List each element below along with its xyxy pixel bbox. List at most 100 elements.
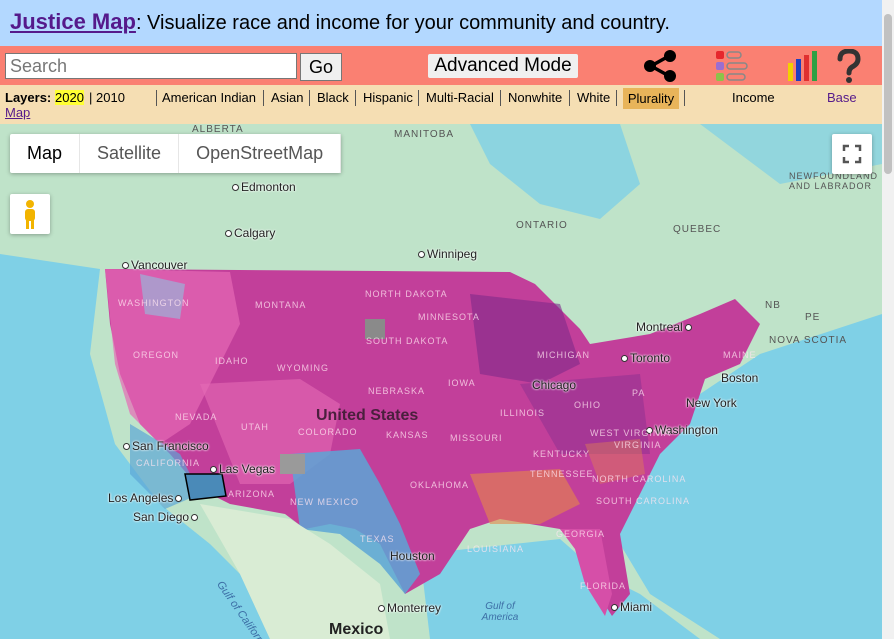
state-colorado: COLORADO	[298, 427, 358, 437]
state-washington: WASHINGTON	[118, 298, 190, 308]
fullscreen-icon	[842, 144, 862, 164]
state-pa: PA	[632, 388, 646, 398]
label-ontario: ONTARIO	[516, 220, 568, 231]
layer-american-indian[interactable]: American Indian	[162, 90, 256, 105]
layers-bar: Layers: 2020 | 2010 American Indian Asia…	[0, 85, 882, 124]
city-miami: Miami	[611, 600, 652, 614]
divider	[156, 90, 157, 106]
state-oklahoma: OKLAHOMA	[410, 480, 470, 490]
state-oregon: OREGON	[133, 350, 180, 360]
state-ohio: OHIO	[574, 400, 602, 410]
map[interactable]: ALBERTA MANITOBA ONTARIO QUEBEC NEWFOUND…	[0, 124, 882, 639]
label-manitoba: MANITOBA	[394, 129, 455, 140]
map-type-map[interactable]: Map	[10, 134, 81, 173]
bar-chart-icon[interactable]	[786, 49, 820, 83]
state-idaho: IDAHO	[215, 356, 249, 366]
base-map-link[interactable]: Base Map	[5, 90, 857, 120]
city-boston: Boston	[721, 371, 759, 385]
city-montreal: Montreal	[636, 320, 694, 334]
state-arizona: ARIZONA	[228, 489, 276, 499]
help-icon[interactable]	[835, 49, 863, 83]
state-florida: FLORIDA	[580, 581, 627, 591]
layer-asian[interactable]: Asian	[271, 90, 304, 105]
go-button[interactable]: Go	[300, 53, 342, 81]
city-winnipeg: Winnipeg	[418, 247, 477, 261]
state-montana: MONTANA	[255, 300, 307, 310]
label-nova-scotia: NOVA SCOTIA	[769, 335, 848, 346]
city-san-diego: San Diego	[133, 510, 200, 524]
layer-black[interactable]: Black	[317, 90, 349, 105]
site-tagline: : Visualize race and income for your com…	[135, 12, 670, 34]
state-kansas: KANSAS	[386, 430, 429, 440]
divider	[500, 90, 501, 106]
state-north-carolina: NORTH CAROLINA	[592, 474, 687, 484]
advanced-mode-button[interactable]: Advanced Mode	[428, 54, 578, 78]
city-new-york: New York	[686, 396, 737, 410]
state-nevada: NEVADA	[175, 412, 218, 422]
layer-income[interactable]: Income	[732, 90, 775, 105]
divider	[684, 90, 685, 106]
state-georgia: GEORGIA	[556, 529, 606, 539]
layer-nonwhite[interactable]: Nonwhite	[508, 90, 562, 105]
state-iowa: IOWA	[448, 378, 476, 388]
map-type-openstreetmap[interactable]: OpenStreetMap	[179, 134, 342, 173]
no-data-area	[280, 454, 305, 474]
map-type-satellite[interactable]: Satellite	[80, 134, 180, 173]
state-louisiana: LOUISIANA	[467, 544, 525, 554]
label-united-states: United States	[316, 407, 419, 424]
state-west-virginia: WEST VIRGINIA	[590, 428, 671, 438]
toolbar: Go Advanced Mode	[0, 46, 882, 85]
hudson-bay	[470, 124, 640, 219]
fullscreen-button[interactable]	[832, 134, 872, 174]
label-gulf-of-america: Gulf of America	[481, 601, 519, 623]
state-tennessee: TENNESSEE	[530, 469, 594, 479]
base-map-link-text-2[interactable]: Map	[5, 105, 30, 120]
label-quebec: QUEBEC	[673, 224, 722, 235]
selected-region-highlight[interactable]	[184, 473, 227, 501]
city-toronto: Toronto	[621, 351, 670, 365]
divider	[418, 90, 419, 106]
state-utah: UTAH	[241, 422, 269, 432]
city-san-francisco: San Francisco	[123, 439, 209, 453]
label-nb: NB	[765, 300, 781, 311]
divider	[309, 90, 310, 106]
layer-white[interactable]: White	[577, 90, 610, 105]
legend-list-icon[interactable]	[713, 48, 749, 84]
title-bar: Justice Map: Visualize race and income f…	[0, 0, 882, 46]
state-maine: MAINE	[723, 350, 757, 360]
street-view-pegman[interactable]	[10, 194, 50, 234]
base-map-link-text[interactable]: Base	[827, 90, 857, 105]
state-kentucky: KENTUCKY	[533, 449, 591, 459]
year-2020[interactable]: 2020	[55, 90, 84, 105]
midwest-shade	[470, 294, 580, 384]
justice-map-link[interactable]: Justice Map	[10, 9, 136, 34]
scrollbar-thumb[interactable]	[884, 14, 892, 174]
map-type-control: Map Satellite OpenStreetMap	[10, 134, 342, 173]
state-new-mexico: NEW MEXICO	[290, 497, 360, 507]
share-icon[interactable]	[641, 49, 679, 83]
divider	[569, 90, 570, 106]
layer-multi-racial[interactable]: Multi-Racial	[426, 90, 494, 105]
year-2010[interactable]: 2010	[96, 90, 125, 105]
divider	[263, 90, 264, 106]
city-chicago: Chicago	[532, 378, 577, 392]
city-monterrey: Monterrey	[378, 601, 441, 615]
state-north-dakota: NORTH DAKOTA	[365, 289, 448, 299]
state-nebraska: NEBRASKA	[368, 386, 426, 396]
layers-label: Layers:	[5, 90, 52, 105]
label-mexico: Mexico	[329, 621, 384, 638]
state-virginia: VIRGINIA	[614, 440, 662, 450]
city-edmonton: Edmonton	[232, 180, 296, 194]
search-input[interactable]	[5, 53, 297, 79]
state-south-carolina: SOUTH CAROLINA	[596, 496, 691, 506]
city-vancouver: Vancouver	[122, 258, 187, 272]
layer-hispanic[interactable]: Hispanic	[363, 90, 413, 105]
state-michigan: MICHIGAN	[537, 350, 590, 360]
state-minnesota: MINNESOTA	[418, 312, 480, 322]
city-calgary: Calgary	[225, 226, 275, 240]
title-line: Justice Map: Visualize race and income f…	[10, 9, 670, 35]
state-wyoming: WYOMING	[277, 363, 329, 373]
state-california: CALIFORNIA	[136, 458, 201, 468]
city-las-vegas: Las Vegas	[210, 462, 275, 476]
state-south-dakota: SOUTH DAKOTA	[366, 336, 449, 346]
